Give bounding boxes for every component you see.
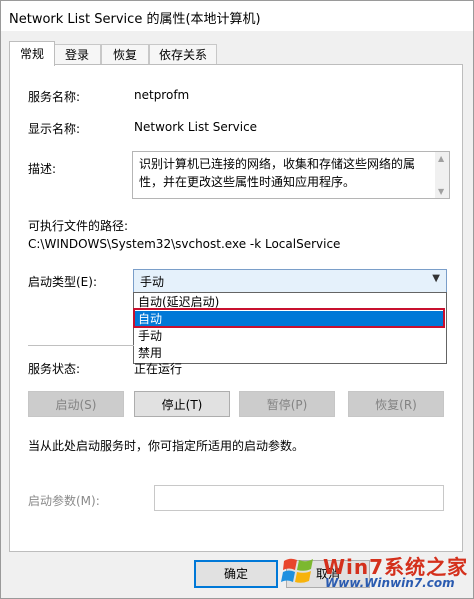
startup-type-label: 启动类型(E):: [28, 275, 97, 289]
properties-dialog: Network List Service 的属性(本地计算机) 常规 登录 恢复…: [0, 0, 474, 599]
chevron-down-icon[interactable]: ▼: [432, 273, 440, 284]
watermark: Win7系统之家 Www.Winwin7.com: [281, 549, 471, 597]
resume-button[interactable]: 恢复(R): [348, 391, 444, 417]
display-name-value: Network List Service: [134, 120, 258, 134]
service-name-label: 服务名称:: [28, 90, 81, 104]
path-label: 可执行文件的路径:: [28, 219, 129, 233]
start-params-input[interactable]: [154, 485, 444, 511]
display-name-label: 显示名称:: [28, 122, 81, 136]
windows-logo-icon: [281, 558, 313, 583]
ok-button[interactable]: 确定: [194, 560, 278, 588]
start-params-label: 启动参数(M):: [28, 494, 100, 508]
triangle-up-icon[interactable]: ▲: [438, 154, 444, 163]
option-manual[interactable]: 手动: [135, 328, 445, 344]
service-status-value: 正在运行: [134, 362, 183, 376]
startup-type-combo[interactable]: 手动 ▼: [133, 269, 447, 293]
separator: [28, 345, 134, 346]
stop-button[interactable]: 停止(T): [134, 391, 230, 417]
triangle-down-icon[interactable]: ▼: [438, 187, 444, 196]
tab-general[interactable]: 常规: [9, 41, 55, 66]
pause-button[interactable]: 暂停(P): [239, 391, 335, 417]
service-status-label: 服务状态:: [28, 362, 81, 376]
description-scrollbar[interactable]: ▲ ▼: [435, 152, 449, 198]
watermark-url: Www.Winwin7.com: [325, 576, 455, 590]
service-name-value: netprofm: [134, 88, 190, 102]
tab-recovery[interactable]: 恢复: [101, 44, 149, 65]
start-button[interactable]: 启动(S): [28, 391, 124, 417]
description-label: 描述:: [28, 162, 57, 176]
title-bar: Network List Service 的属性(本地计算机): [1, 1, 473, 31]
highlight-box: [133, 308, 445, 328]
tab-logon[interactable]: 登录: [53, 44, 101, 65]
description-box[interactable]: 识别计算机已连接的网络，收集和存储这些网络的属性，并在更改这些属性时通知应用程序…: [132, 151, 450, 199]
description-text: 识别计算机已连接的网络，收集和存储这些网络的属性，并在更改这些属性时通知应用程序…: [139, 157, 416, 189]
window-title: Network List Service 的属性(本地计算机): [9, 12, 261, 27]
start-params-hint: 当从此处启动服务时，你可指定所适用的启动参数。: [28, 439, 305, 453]
general-panel: 服务名称: netprofm 显示名称: Network List Servic…: [9, 64, 463, 552]
tab-dependencies[interactable]: 依存关系: [149, 44, 217, 65]
startup-type-value: 手动: [140, 275, 165, 289]
option-disabled[interactable]: 禁用: [135, 345, 445, 361]
startup-type-dropdown: 自动(延迟启动) 自动 手动 禁用: [133, 292, 447, 364]
path-value: C:\WINDOWS\System32\svchost.exe -k Local…: [28, 237, 341, 251]
